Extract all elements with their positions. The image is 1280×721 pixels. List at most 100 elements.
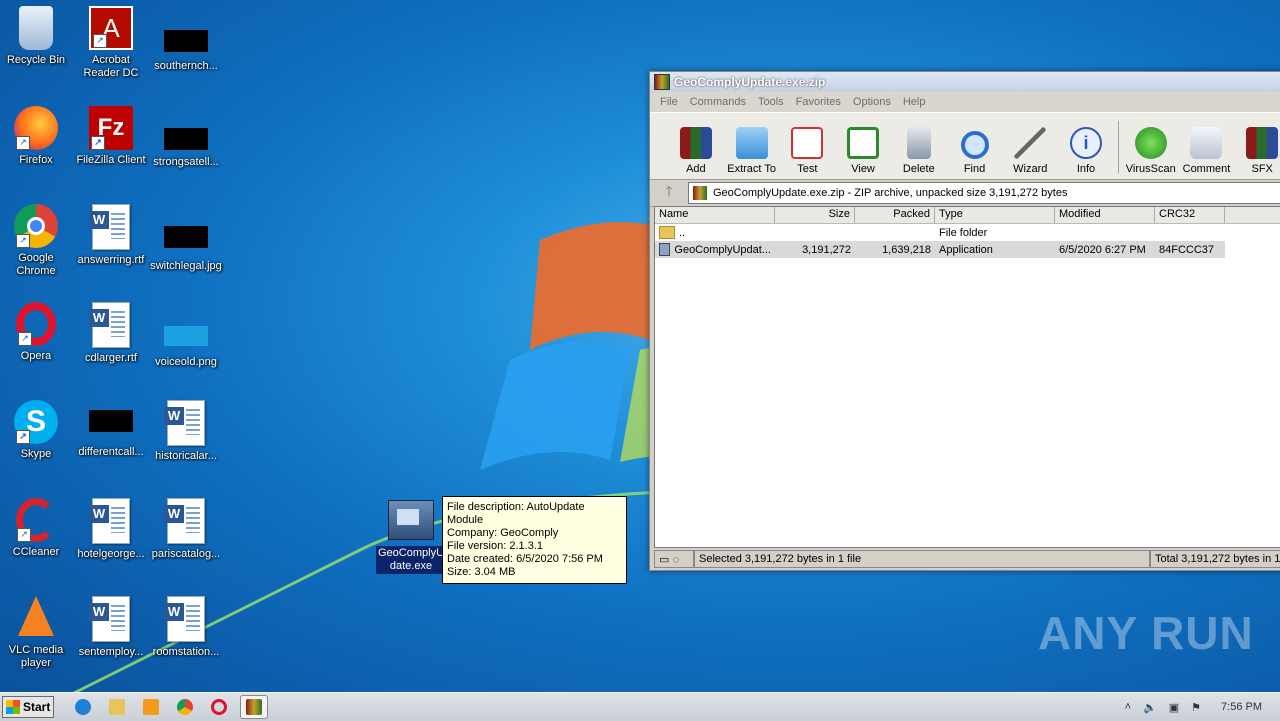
menu-tools[interactable]: Tools bbox=[752, 96, 790, 108]
list-item-parent-folder[interactable]: .. File folder bbox=[655, 224, 1280, 241]
system-tray: ˄ 🔈 ▣ ⚑ 7:56 PM bbox=[1119, 693, 1280, 721]
column-type[interactable]: Type bbox=[935, 207, 1055, 223]
desktop-file-voiceold[interactable]: voiceold.png bbox=[148, 302, 224, 369]
menu-file[interactable]: File bbox=[654, 96, 684, 108]
toolbar: Add Extract To Test View Delete Find Wiz… bbox=[650, 112, 1280, 180]
sfx-button[interactable]: SFX bbox=[1234, 127, 1280, 179]
desktop-file-differentcall[interactable]: differentcall... bbox=[73, 400, 149, 459]
black-thumbnail-icon bbox=[164, 30, 208, 52]
taskbar-winrar[interactable] bbox=[240, 695, 268, 719]
virusscan-button[interactable]: VirusScan bbox=[1123, 127, 1179, 179]
desktop-file-sentemploy[interactable]: W sentemploy... bbox=[73, 596, 149, 659]
column-name[interactable]: Name bbox=[655, 207, 775, 223]
menu-favorites[interactable]: Favorites bbox=[790, 96, 847, 108]
status-total: Total 3,191,272 bytes in 1 bbox=[1150, 550, 1280, 568]
taskbar-chrome[interactable] bbox=[172, 696, 198, 718]
menu-bar: File Commands Tools Favorites Options He… bbox=[650, 92, 1280, 112]
desktop-file-southernch[interactable]: southernch... bbox=[148, 6, 224, 73]
word-document-icon: W bbox=[164, 498, 205, 544]
menu-options[interactable]: Options bbox=[847, 96, 897, 108]
acrobat-icon: A ↗ bbox=[89, 6, 133, 50]
word-document-icon: W bbox=[164, 400, 205, 446]
delete-button[interactable]: Delete bbox=[891, 127, 947, 179]
column-size[interactable]: Size bbox=[775, 207, 855, 223]
trash-icon bbox=[906, 127, 931, 159]
menu-help[interactable]: Help bbox=[897, 96, 932, 108]
recycle-bin-icon bbox=[19, 6, 53, 50]
wizard-button[interactable]: Wizard bbox=[1002, 127, 1058, 179]
drive-icon: ▭ ◌ bbox=[654, 550, 694, 568]
vlc-cone-icon bbox=[18, 596, 54, 636]
winrar-icon bbox=[654, 74, 670, 90]
volume-icon[interactable]: 🔈 bbox=[1143, 701, 1157, 714]
desktop-icon-recycle-bin[interactable]: Recycle Bin bbox=[0, 6, 74, 67]
desktop-file-geocomplyupdate-exe[interactable]: GeoComplyUp date.exe bbox=[376, 500, 450, 574]
desktop-file-pariscatalog[interactable]: W pariscatalog... bbox=[148, 498, 224, 561]
folder-extract-icon bbox=[735, 127, 768, 159]
archive-icon bbox=[693, 186, 707, 200]
sfx-archive-icon bbox=[1246, 127, 1279, 159]
folder-icon bbox=[659, 226, 675, 239]
desktop-icon-opera[interactable]: ↗ Opera bbox=[0, 302, 74, 363]
word-document-icon: W bbox=[89, 204, 130, 250]
desktop-icon-chrome[interactable]: ↗ Google Chrome bbox=[0, 204, 74, 278]
black-thumbnail-icon bbox=[164, 128, 208, 150]
taskbar-opera[interactable] bbox=[206, 696, 232, 718]
desktop-file-roomstation[interactable]: W roomstation... bbox=[148, 596, 224, 659]
desktop-file-historicalar[interactable]: W historicalar... bbox=[148, 400, 224, 463]
taskbar-ie[interactable] bbox=[70, 696, 96, 718]
address-bar: 🡑 GeoComplyUpdate.exe.zip - ZIP archive,… bbox=[650, 180, 1280, 207]
desktop-icon-vlc[interactable]: VLC media player bbox=[0, 596, 74, 670]
firefox-icon: ↗ bbox=[14, 106, 58, 150]
menu-commands[interactable]: Commands bbox=[684, 96, 752, 108]
column-crc32[interactable]: CRC32 bbox=[1155, 207, 1225, 223]
column-packed[interactable]: Packed bbox=[855, 207, 935, 223]
column-headers: Name Size Packed Type Modified CRC32 bbox=[655, 207, 1280, 224]
desktop-icon-filezilla[interactable]: Fz ↗ FileZilla Client bbox=[73, 106, 149, 167]
info-button[interactable]: i Info bbox=[1058, 127, 1114, 179]
winrar-window[interactable]: GeoComplyUpdate.exe.zip File Commands To… bbox=[649, 71, 1280, 571]
desktop-icon-skype[interactable]: S ↗ Skype bbox=[0, 400, 74, 461]
comment-button[interactable]: Comment bbox=[1179, 127, 1235, 179]
toolbar-separator bbox=[1117, 121, 1119, 173]
clock[interactable]: 7:56 PM bbox=[1221, 701, 1262, 713]
desktop-file-answerring[interactable]: W answerring.rtf bbox=[73, 204, 149, 267]
desktop-file-strongsatell[interactable]: strongsatell... bbox=[148, 106, 224, 169]
black-thumbnail-icon bbox=[164, 226, 208, 248]
add-button[interactable]: Add bbox=[668, 127, 724, 179]
test-button[interactable]: Test bbox=[779, 127, 835, 179]
desktop-icon-firefox[interactable]: ↗ Firefox bbox=[0, 106, 74, 167]
virus-icon bbox=[1134, 127, 1167, 159]
view-button[interactable]: View bbox=[835, 127, 891, 179]
desktop-file-cdlarger[interactable]: W cdlarger.rtf bbox=[73, 302, 149, 365]
archive-path[interactable]: GeoComplyUpdate.exe.zip - ZIP archive, u… bbox=[688, 182, 1280, 204]
taskbar-media-player[interactable] bbox=[138, 696, 164, 718]
info-icon: i bbox=[1070, 127, 1102, 159]
desktop-file-hotelgeorge[interactable]: W hotelgeorge... bbox=[73, 498, 149, 561]
tray-expand-icon[interactable]: ˄ bbox=[1125, 701, 1131, 713]
add-archive-icon bbox=[679, 127, 712, 159]
column-modified[interactable]: Modified bbox=[1055, 207, 1155, 223]
find-button[interactable]: Find bbox=[947, 131, 1003, 179]
media-player-icon bbox=[143, 699, 159, 715]
list-item-geocomplyupdate[interactable]: GeoComplyUpdat... 3,191,272 1,639,218 Ap… bbox=[655, 241, 1225, 258]
taskbar-explorer[interactable] bbox=[104, 696, 130, 718]
extract-to-button[interactable]: Extract To bbox=[724, 127, 780, 179]
start-button[interactable]: Start bbox=[2, 696, 54, 718]
word-document-icon: W bbox=[89, 596, 130, 642]
winrar-icon bbox=[246, 699, 262, 715]
application-icon bbox=[388, 500, 434, 540]
window-titlebar[interactable]: GeoComplyUpdate.exe.zip bbox=[650, 72, 1280, 92]
status-selected: Selected 3,191,272 bytes in 1 file bbox=[694, 550, 1150, 568]
network-icon[interactable]: ▣ bbox=[1169, 701, 1179, 714]
comment-icon bbox=[1190, 127, 1223, 159]
action-center-flag-icon[interactable]: ⚑ bbox=[1191, 701, 1201, 714]
view-book-icon bbox=[847, 127, 880, 159]
ie-icon bbox=[75, 699, 91, 715]
image-thumbnail-icon bbox=[164, 326, 208, 346]
desktop-icon-ccleaner[interactable]: ↗ CCleaner bbox=[0, 498, 74, 559]
file-list[interactable]: Name Size Packed Type Modified CRC32 .. … bbox=[654, 206, 1280, 548]
up-arrow-icon[interactable]: 🡑 bbox=[650, 181, 688, 205]
desktop-file-switchlegal[interactable]: switchlegal.jpg bbox=[148, 204, 224, 273]
desktop-icon-acrobat[interactable]: A ↗ Acrobat Reader DC bbox=[73, 6, 149, 80]
